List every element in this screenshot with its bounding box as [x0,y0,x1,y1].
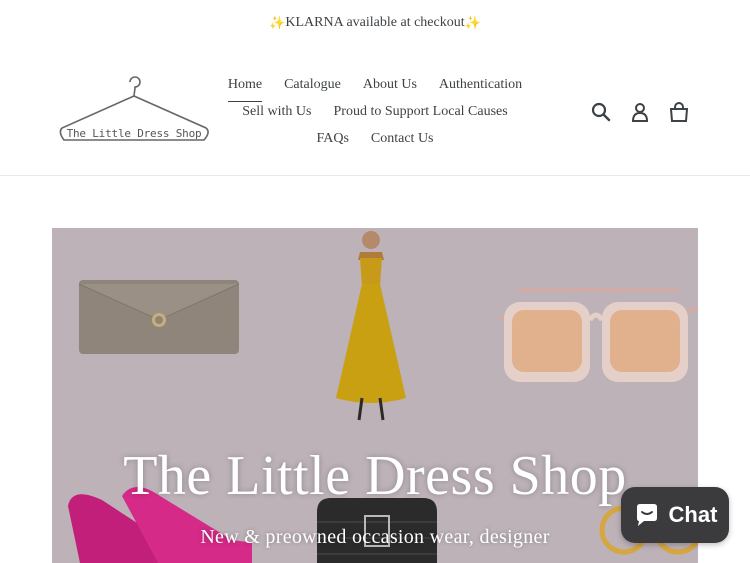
hero-title: The Little Dress Shop [123,445,627,507]
nav-row: Sell with Us Proud to Support Local Caus… [200,102,550,129]
hero-banner[interactable]: The Little Dress Shop New & preowned occ… [52,228,698,563]
nav-catalogue[interactable]: Catalogue [284,75,341,102]
nav-row: Home Catalogue About Us Authentication [200,75,550,102]
sparkle-icon: ✨ [464,15,481,30]
announcement-text: KLARNA available at checkout [285,15,465,30]
dress-image [336,231,406,421]
site-header: The Little Dress Shop Home Catalogue Abo… [0,46,750,176]
account-icon[interactable] [629,101,651,123]
main-navigation: Home Catalogue About Us Authentication S… [200,75,550,156]
nav-authentication[interactable]: Authentication [439,75,522,102]
nav-sell-with-us[interactable]: Sell with Us [242,102,311,129]
announcement-bar: ✨ KLARNA available at checkout ✨ [0,0,750,46]
site-logo[interactable]: The Little Dress Shop [56,70,212,152]
chat-bubble-icon [636,504,657,526]
sunglasses-image [498,288,698,382]
clutch-image [78,280,240,354]
nav-faqs[interactable]: FAQs [316,129,348,156]
nav-local-causes[interactable]: Proud to Support Local Causes [334,102,508,129]
nav-row: FAQs Contact Us [200,129,550,156]
chat-button[interactable]: Chat [621,487,729,543]
nav-contact-us[interactable]: Contact Us [371,129,434,156]
search-icon[interactable] [590,101,612,123]
nav-about-us[interactable]: About Us [363,75,417,102]
hero-subtitle: New & preowned occasion wear, designer [200,526,550,548]
header-icons [590,101,690,123]
chat-label: Chat [668,502,718,527]
cart-icon[interactable] [668,101,690,123]
nav-home[interactable]: Home [227,75,263,102]
logo-text: The Little Dress Shop [66,127,202,140]
sparkle-icon: ✨ [269,15,286,30]
